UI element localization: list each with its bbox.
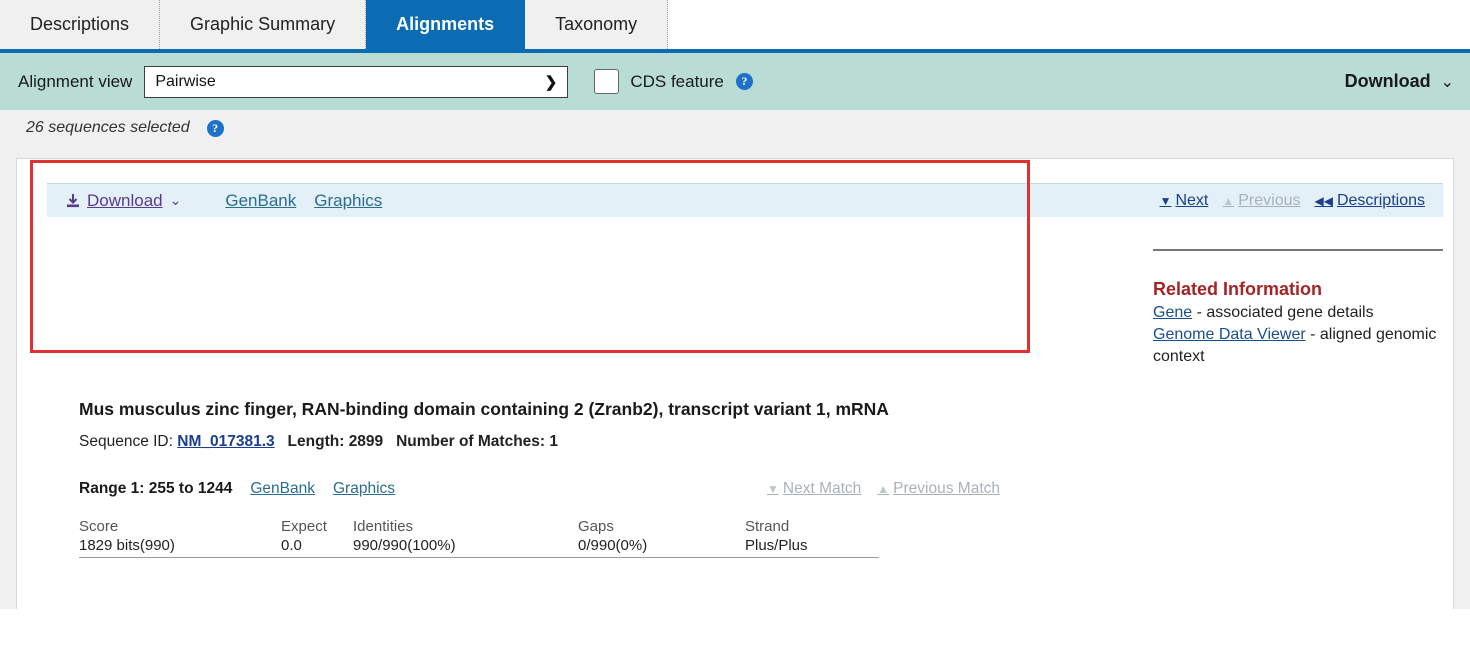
alignment-view-select[interactable]: Pairwise ❯: [144, 65, 569, 98]
alignments-main: Download ⌄ GenBank Graphics ▼ Next ▲ Pre…: [0, 146, 1470, 609]
alignment-view-label: Alignment view: [18, 71, 133, 91]
hit-download-button[interactable]: Download ⌄: [65, 191, 181, 211]
stats-value-strand: Plus/Plus: [745, 537, 808, 554]
download-icon: [65, 193, 81, 209]
range-row: Range 1: 255 to 1244 GenBank Graphics ▼ …: [79, 480, 1433, 498]
stats-value-expect: 0.0: [281, 537, 302, 554]
alignment-panel: Download ⌄ GenBank Graphics ▼ Next ▲ Pre…: [16, 158, 1454, 609]
tab-descriptions-label: Descriptions: [30, 14, 130, 34]
tab-alignments[interactable]: Alignments: [366, 0, 526, 49]
chevron-down-icon: ❯: [544, 73, 558, 91]
previous-match-label: Previous Match: [893, 480, 1000, 497]
hit-graphics-link[interactable]: Graphics: [314, 191, 382, 211]
alignment-view-value: Pairwise: [155, 72, 216, 90]
range-graphics-link[interactable]: Graphics: [333, 480, 395, 498]
range-genbank-link[interactable]: GenBank: [250, 480, 315, 498]
triangle-down-icon: ▼: [767, 482, 779, 496]
tab-taxonomy-label: Taxonomy: [555, 14, 638, 34]
stats-header-strand: Strand: [745, 518, 790, 535]
matches-value: 1: [549, 433, 559, 450]
previous-hit-link: ▲ Previous: [1222, 192, 1300, 210]
triangle-down-icon: ▼: [1159, 193, 1172, 208]
stats-header-row: Score Expect Identities Gaps Strand: [79, 518, 879, 535]
stats-value-row: 1829 bits(990) 0.0 990/990(100%) 0/990(0…: [79, 535, 879, 554]
tab-alignments-label: Alignments: [396, 14, 495, 34]
stats-value-identities: 990/990(100%): [353, 537, 456, 554]
help-icon[interactable]: ?: [206, 119, 224, 137]
sidebar-item-gene: Gene - associated gene details: [1153, 302, 1443, 324]
stats-header-identities: Identities: [353, 518, 414, 535]
tab-graphic-summary[interactable]: Graphic Summary: [160, 0, 367, 49]
tab-taxonomy[interactable]: Taxonomy: [525, 0, 669, 49]
related-information-sidebar: Related Information Gene - associated ge…: [1153, 249, 1443, 368]
tab-bar-filler: [668, 0, 1470, 49]
tab-bar: Descriptions Graphic Summary Alignments …: [0, 0, 1470, 53]
length-label: Length:: [287, 433, 345, 450]
sidebar-item-genome-data-viewer: Genome Data Viewer - aligned genomic con…: [1153, 324, 1443, 368]
hit-navigation: ▼ Next ▲ Previous ◀◀ Descriptions: [1146, 192, 1425, 210]
related-information-title: Related Information: [1153, 279, 1323, 299]
cds-feature-label: CDS feature: [630, 71, 724, 91]
sequences-selected-text: 26 sequences selected: [26, 119, 190, 136]
hit-linkbar: Download ⌄ GenBank Graphics ▼ Next ▲ Pre…: [47, 183, 1443, 217]
tab-graphic-summary-label: Graphic Summary: [190, 14, 336, 34]
length-value: 2899: [348, 433, 384, 450]
triangle-up-icon: ▲: [1222, 193, 1235, 208]
sidebar-divider: [1153, 249, 1443, 251]
descriptions-link[interactable]: ◀◀ Descriptions: [1315, 192, 1426, 210]
chevron-down-icon: ⌄: [1440, 73, 1454, 91]
download-menu-label: Download: [1344, 71, 1431, 91]
stats-header-score: Score: [79, 518, 119, 535]
gene-link[interactable]: Gene: [1153, 304, 1192, 321]
cds-feature-checkbox[interactable]: [594, 69, 620, 94]
sequence-id-label: Sequence ID:: [79, 433, 173, 450]
descriptions-link-label: Descriptions: [1336, 191, 1425, 209]
matches-label: Number of Matches:: [396, 433, 546, 450]
range-label: Range 1: 255 to 1244: [79, 480, 233, 497]
stats-value-gaps: 0/990(0%): [578, 537, 648, 554]
hit-title: Mus musculus zinc finger, RAN-binding do…: [79, 399, 889, 419]
stats-header-gaps: Gaps: [578, 518, 614, 535]
previous-match-link: ▲ Previous Match: [877, 480, 1000, 498]
hit-genbank-link[interactable]: GenBank: [225, 191, 296, 211]
next-match-link: ▼ Next Match: [767, 480, 861, 498]
next-hit-link[interactable]: ▼ Next: [1160, 192, 1209, 210]
alignment-stats-table: Score Expect Identities Gaps Strand 1829…: [79, 518, 879, 558]
hit-metadata: Sequence ID: NM_017381.3 Length: 2899 Nu…: [79, 433, 558, 451]
previous-hit-label: Previous: [1238, 191, 1301, 209]
selection-note: 26 sequences selected ?: [0, 110, 1470, 146]
hit-download-label: Download: [87, 190, 163, 210]
stats-value-score: 1829 bits(990): [79, 537, 175, 554]
chevron-down-icon: ⌄: [169, 192, 182, 208]
gene-desc: - associated gene details: [1192, 304, 1374, 321]
next-match-label: Next Match: [782, 480, 862, 497]
help-icon[interactable]: ?: [735, 73, 753, 90]
download-menu-button[interactable]: Download ⌄: [1345, 71, 1454, 92]
triangle-up-icon: ▲: [877, 482, 890, 496]
match-navigation: ▼ Next Match ▲ Previous Match: [751, 480, 1000, 498]
sequence-id-link[interactable]: NM_017381.3: [177, 433, 274, 450]
next-hit-label: Next: [1175, 191, 1209, 209]
genome-data-viewer-link[interactable]: Genome Data Viewer: [1153, 326, 1306, 343]
stats-header-expect: Expect: [281, 518, 327, 535]
alignment-block: Query 1 ATGTCGACCAAGAATTTCCGAGTCAGTGACGG…: [79, 576, 792, 609]
alignment-scroll-area[interactable]: Download ⌄ GenBank Graphics ▼ Next ▲ Pre…: [17, 159, 1453, 609]
alignment-toolbar: Alignment view Pairwise ❯ CDS feature ? …: [0, 53, 1470, 110]
double-arrow-left-icon: ◀◀: [1314, 193, 1333, 208]
tab-descriptions[interactable]: Descriptions: [0, 0, 161, 49]
